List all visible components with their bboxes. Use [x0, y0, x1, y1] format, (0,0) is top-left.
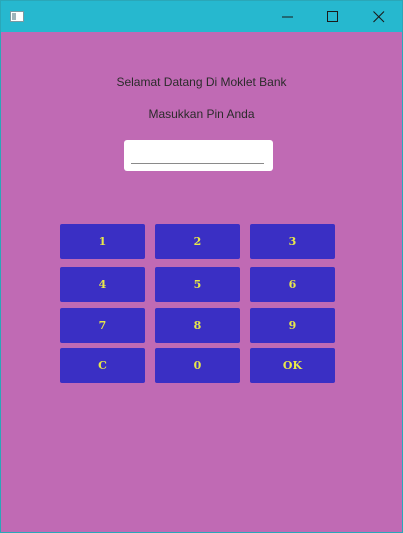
- pin-input[interactable]: [131, 145, 264, 164]
- pin-field-container: [124, 140, 273, 171]
- key-5-button[interactable]: 5: [155, 267, 240, 302]
- key-4-button[interactable]: 4: [60, 267, 145, 302]
- ok-button[interactable]: OK: [250, 348, 335, 383]
- key-0-button[interactable]: 0: [155, 348, 240, 383]
- clear-button[interactable]: C: [60, 348, 145, 383]
- close-icon: [373, 11, 385, 23]
- minimize-icon: [282, 16, 293, 18]
- welcome-text: Selamat Datang Di Moklet Bank: [116, 75, 287, 89]
- key-9-button[interactable]: 9: [250, 308, 335, 343]
- key-3-button[interactable]: 3: [250, 224, 335, 259]
- maximize-icon: [327, 11, 338, 22]
- key-6-button[interactable]: 6: [250, 267, 335, 302]
- key-2-button[interactable]: 2: [155, 224, 240, 259]
- app-window: Selamat Datang Di Moklet Bank Masukkan P…: [0, 0, 403, 533]
- close-button[interactable]: [356, 1, 402, 32]
- pin-prompt-label: Masukkan Pin Anda: [148, 107, 255, 121]
- maximize-button[interactable]: [310, 1, 356, 32]
- app-window-icon: [10, 11, 24, 22]
- key-7-button[interactable]: 7: [60, 308, 145, 343]
- key-8-button[interactable]: 8: [155, 308, 240, 343]
- minimize-button[interactable]: [265, 1, 311, 32]
- key-1-button[interactable]: 1: [60, 224, 145, 259]
- title-bar[interactable]: [1, 1, 402, 32]
